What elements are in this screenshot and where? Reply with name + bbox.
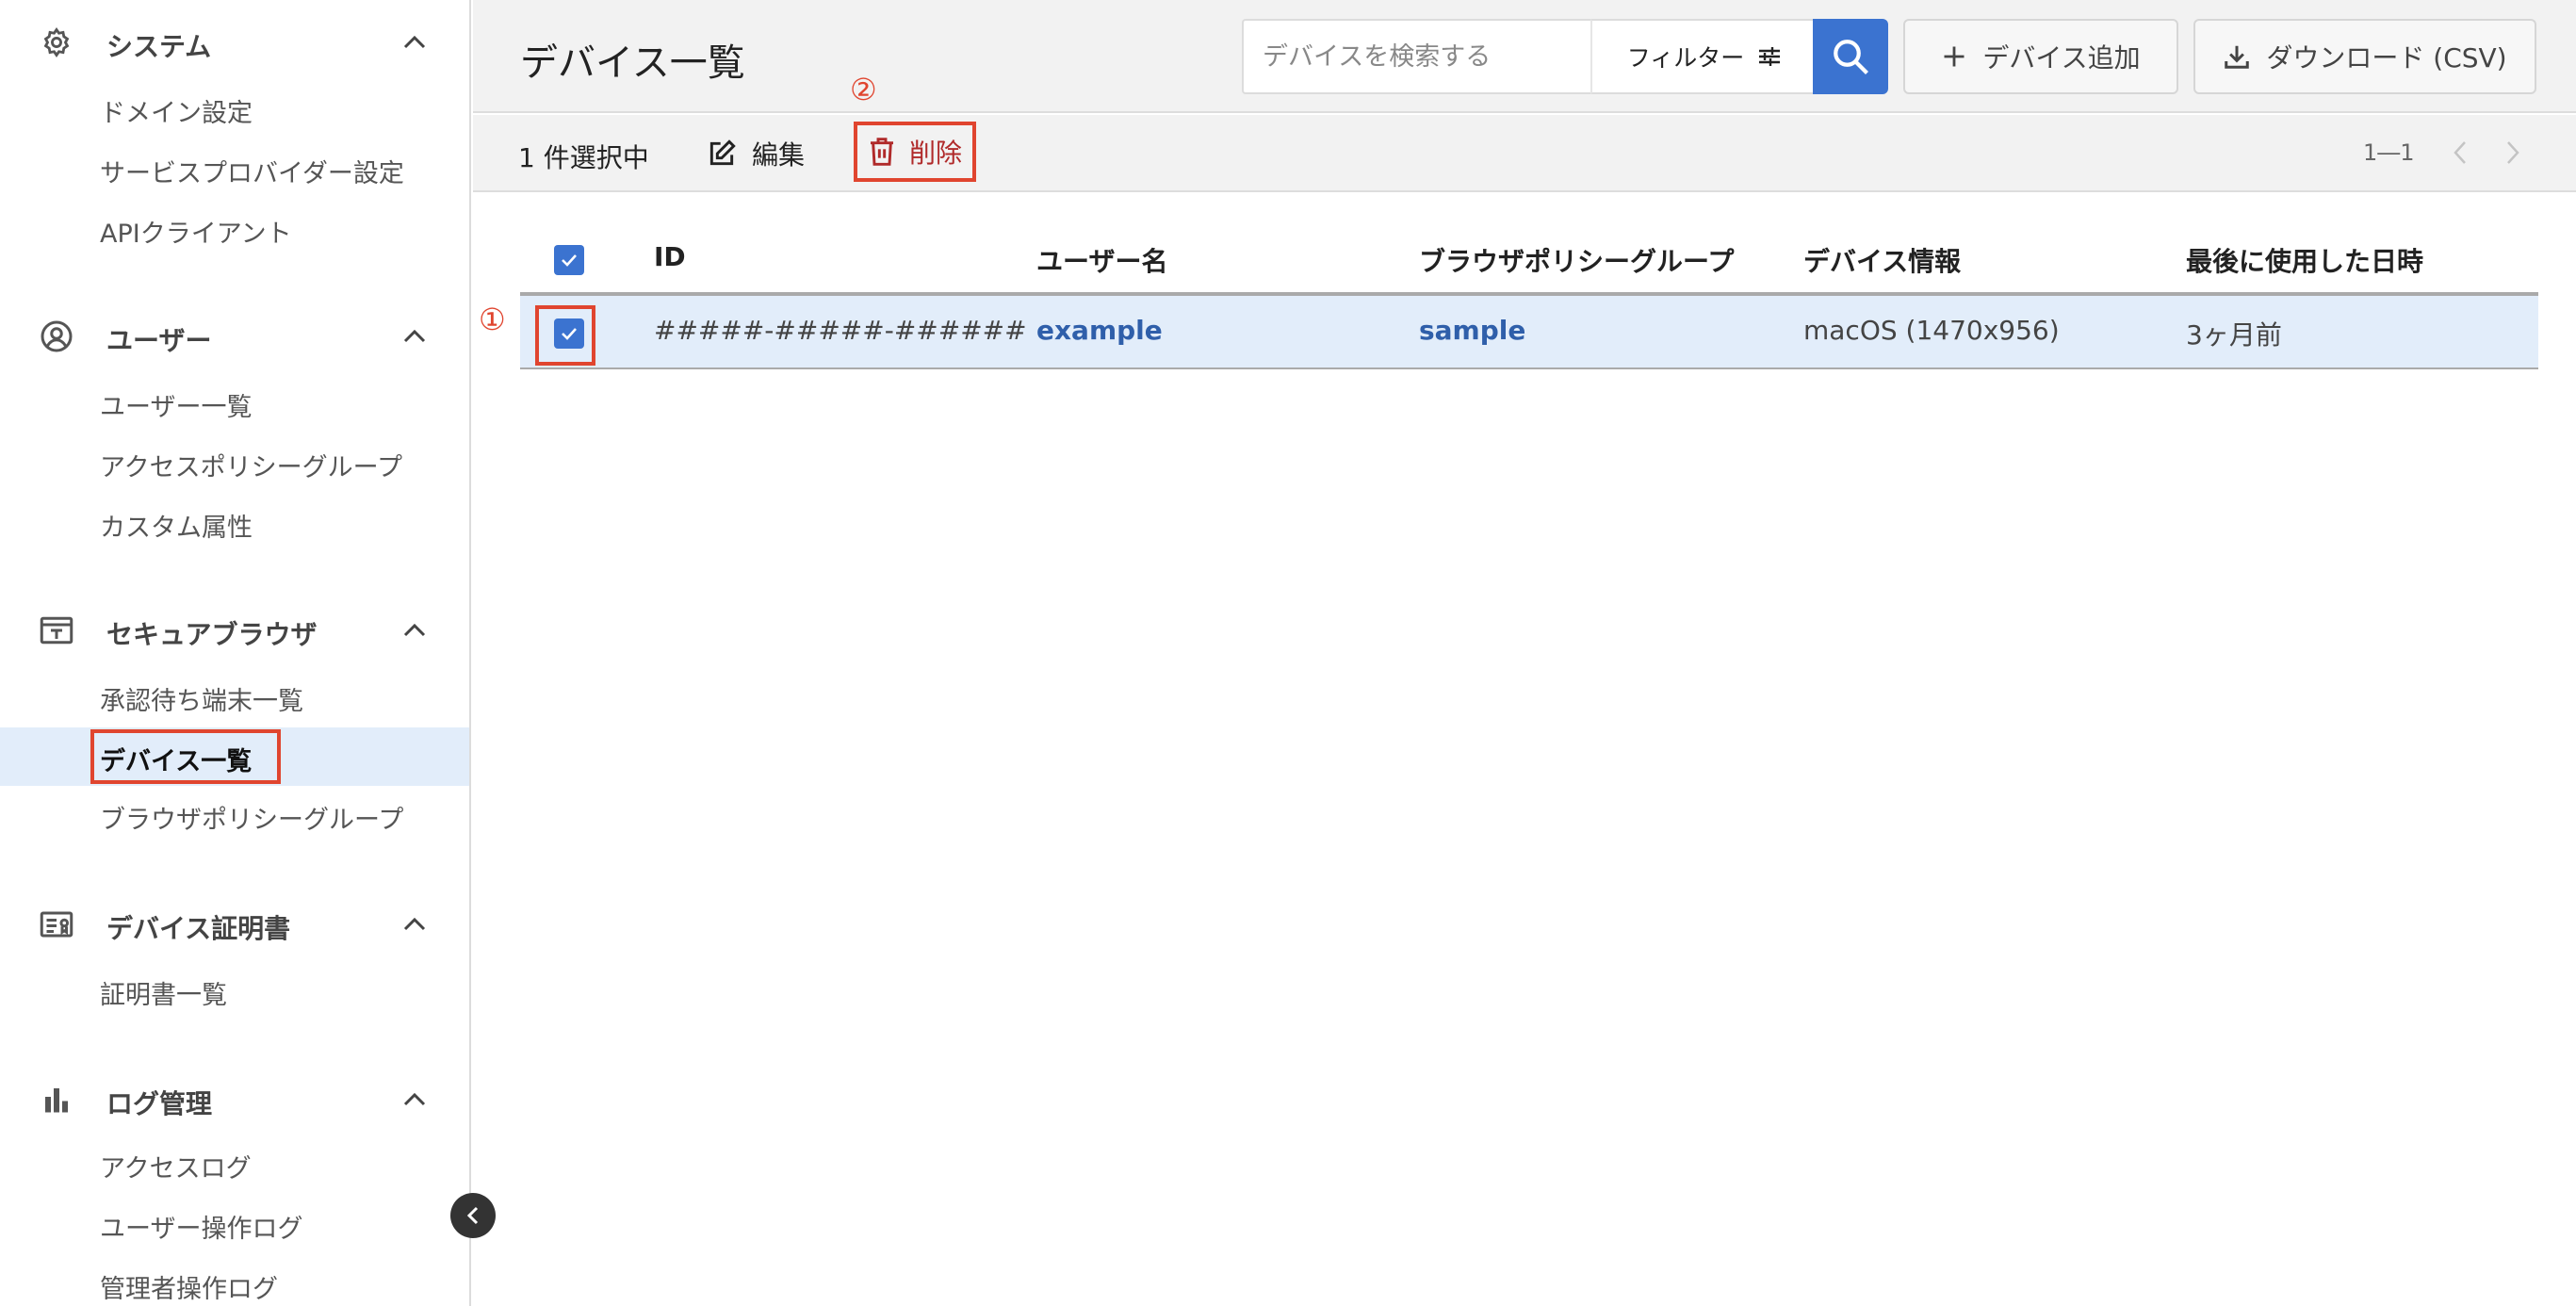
sidebar-item-access-policy-group[interactable]: アクセスポリシーグループ (0, 433, 469, 492)
sidebar-item-label: アクセスログ (100, 1154, 252, 1184)
sidebar-item-custom-attributes[interactable]: カスタム属性 (0, 494, 469, 552)
sidebar-section-secure-browser[interactable]: セキュアブラウザ (0, 601, 469, 658)
column-header-id[interactable]: ID (654, 241, 686, 272)
download-csv-button[interactable]: ダウンロード (CSV) (2193, 19, 2536, 94)
chevron-up-icon[interactable] (398, 910, 432, 939)
sidebar-item-label: ユーザー操作ログ (100, 1215, 303, 1244)
sidebar-item-admin-operation-log[interactable]: 管理者操作ログ (0, 1255, 469, 1306)
chevron-up-icon[interactable] (398, 1086, 432, 1114)
bar-chart-icon (38, 1084, 75, 1116)
edit-label: 編集 (752, 139, 806, 171)
sidebar-item-label: サービスプロバイダー設定 (100, 159, 404, 188)
edit-button[interactable]: 編集 (707, 130, 805, 177)
chevron-left-icon[interactable] (2446, 134, 2474, 171)
sidebar-item-service-provider-settings[interactable]: サービスプロバイダー設定 (0, 139, 469, 198)
page-title: デバイス一覧 (520, 41, 745, 85)
sidebar-section-title: セキュアブラウザ (106, 619, 318, 650)
download-csv-label: ダウンロード (CSV) (2266, 42, 2507, 73)
filter-label: フィルター (1626, 44, 1745, 72)
sidebar-item-label: ユーザー一覧 (100, 393, 253, 422)
step-marker-2: ② (850, 72, 877, 107)
table-header: ID ユーザー名 ブラウザポリシーグループ デバイス情報 最後に使用した日時 (520, 222, 2538, 296)
add-device-label: デバイス追加 (1982, 42, 2141, 73)
sidebar-item-label: アクセスポリシーグループ (100, 453, 403, 482)
table-row[interactable]: #####-#####-###### example sample macOS … (520, 296, 2538, 369)
sidebar-item-label: 証明書一覧 (100, 981, 227, 1010)
cell-last-used: 3ヶ月前 (2186, 319, 2282, 351)
sidebar-item-label: APIクライアント (100, 220, 292, 249)
sidebar-item-user-operation-log[interactable]: ユーザー操作ログ (0, 1195, 469, 1253)
select-all-checkbox[interactable] (554, 245, 584, 275)
sidebar-section-log-management[interactable]: ログ管理 (0, 1070, 469, 1127)
delete-button[interactable]: 削除 (854, 122, 976, 182)
pagination-range: 1―1 (2363, 139, 2415, 166)
sidebar-item-user-list[interactable]: ユーザー一覧 (0, 373, 469, 432)
sidebar-item-browser-policy-group[interactable]: ブラウザポリシーグループ (0, 786, 469, 844)
row-checkbox[interactable] (554, 318, 584, 349)
chevron-up-icon[interactable] (398, 616, 432, 645)
sidebar-section-device-certificate[interactable]: デバイス証明書 (0, 895, 469, 952)
sidebar-item-pending-devices[interactable]: 承認待ち端末一覧 (0, 667, 469, 726)
sidebar-item-api-client[interactable]: APIクライアント (0, 200, 469, 258)
search-icon (1834, 40, 1868, 74)
sidebar-item-label: カスタム属性 (100, 514, 253, 543)
user-icon (38, 320, 75, 352)
selected-count: 1 件選択中 (518, 142, 649, 173)
cell-device-info: macOS (1470x956) (1803, 315, 2060, 346)
certificate-icon (38, 908, 75, 940)
sidebar-item-certificate-list[interactable]: 証明書一覧 (0, 961, 469, 1020)
device-table: ID ユーザー名 ブラウザポリシーグループ デバイス情報 最後に使用した日時 #… (520, 222, 2538, 369)
check-icon (562, 328, 577, 340)
sidebar-item-label: 管理者操作ログ (100, 1275, 278, 1304)
check-icon (562, 254, 577, 267)
cell-policy-group-link[interactable]: sample (1419, 315, 1525, 346)
sliders-icon (1759, 47, 1781, 66)
chevron-right-icon[interactable] (2499, 134, 2527, 171)
cell-device-id: #####-#####-###### (654, 315, 1027, 346)
search-box (1242, 19, 1639, 94)
browser-icon (38, 614, 75, 646)
chevron-up-icon[interactable] (398, 322, 432, 351)
sidebar-item-label: ドメイン設定 (100, 99, 253, 128)
download-icon (2225, 45, 2250, 69)
search-button[interactable] (1813, 19, 1888, 94)
step-marker-1: ① (479, 302, 506, 337)
sidebar-item-access-log[interactable]: アクセスログ (0, 1135, 469, 1193)
gear-icon (38, 26, 75, 58)
sidebar-section-title: システム (106, 31, 212, 62)
column-header-last-used[interactable]: 最後に使用した日時 (2186, 241, 2423, 279)
sidebar: システム ドメイン設定 サービスプロバイダー設定 APIクライアント ユーザー … (0, 0, 471, 1306)
sidebar-item-label: ブラウザポリシーグループ (100, 806, 404, 835)
page-header: デバイス一覧 フィルター デバイス追加 ダウンロード (CSV) (473, 0, 2576, 113)
action-bar: 1 件選択中 編集 削除 1―1 (473, 115, 2576, 192)
search-input[interactable] (1263, 38, 1573, 75)
column-header-device-info[interactable]: デバイス情報 (1803, 241, 1961, 279)
highlight-box-device-list (90, 729, 281, 784)
sidebar-section-title: ログ管理 (106, 1088, 213, 1119)
sidebar-section-title: デバイス証明書 (106, 913, 291, 944)
chevron-up-icon[interactable] (398, 28, 432, 57)
column-header-policy-group[interactable]: ブラウザポリシーグループ (1419, 241, 1734, 279)
cell-username-link[interactable]: example (1036, 315, 1163, 346)
delete-label: 削除 (908, 138, 962, 169)
sidebar-section-title: ユーザー (106, 325, 212, 356)
column-header-username[interactable]: ユーザー名 (1036, 241, 1167, 279)
add-device-button[interactable]: デバイス追加 (1903, 19, 2178, 94)
sidebar-section-system[interactable]: システム (0, 13, 469, 70)
plus-icon (1944, 46, 1965, 67)
trash-icon (870, 138, 893, 166)
filter-button[interactable]: フィルター (1590, 19, 1817, 94)
sidebar-collapse-button[interactable] (450, 1193, 496, 1238)
sidebar-section-users[interactable]: ユーザー (0, 307, 469, 364)
sidebar-item-label: 承認待ち端末一覧 (100, 687, 303, 716)
edit-icon (709, 139, 736, 166)
sidebar-item-domain-settings[interactable]: ドメイン設定 (0, 79, 469, 138)
